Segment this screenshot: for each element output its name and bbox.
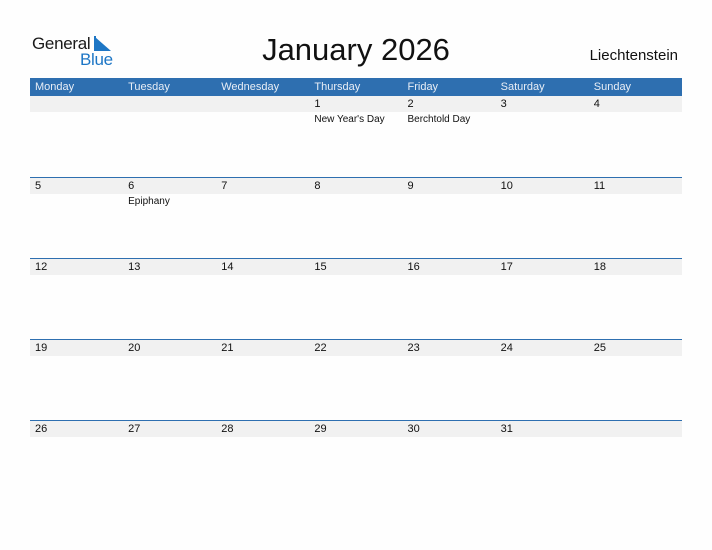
day-cell: 15 <box>309 259 402 276</box>
day-number: 30 <box>407 423 420 435</box>
day-number: 29 <box>314 423 327 435</box>
day-number: 17 <box>500 261 513 273</box>
week-cells: 19 20 21 22 23 24 25 <box>30 340 682 357</box>
day-number: 18 <box>593 261 606 273</box>
day-cell: 20 <box>123 340 216 357</box>
day-cell: 1 New Year's Day <box>309 96 402 127</box>
week-cells: 5 6 Epiphany 7 8 9 10 11 <box>30 178 682 209</box>
day-number: 12 <box>35 261 48 273</box>
day-number: 21 <box>221 342 234 354</box>
country-label: Liechtenstein <box>589 47 678 64</box>
day-number: 9 <box>407 180 414 192</box>
day-number: 10 <box>500 180 513 192</box>
day-number: 22 <box>314 342 327 354</box>
weekday-sunday: Sunday <box>593 81 632 93</box>
day-cell: 24 <box>496 340 589 357</box>
day-cell: 30 <box>403 421 496 438</box>
weekday-monday: Monday <box>35 81 75 93</box>
day-number: 20 <box>128 342 141 354</box>
day-number: 27 <box>128 423 141 435</box>
day-cell: 29 <box>309 421 402 438</box>
day-cell <box>123 96 216 127</box>
holiday-label: New Year's Day <box>314 114 385 125</box>
day-number: 5 <box>35 180 42 192</box>
day-number: 25 <box>593 342 606 354</box>
day-number: 24 <box>500 342 513 354</box>
day-cell: 28 <box>216 421 309 438</box>
day-cell <box>589 421 682 438</box>
day-cell: 25 <box>589 340 682 357</box>
holiday-label: Berchtold Day <box>407 114 471 125</box>
week-cells: 12 13 14 15 16 17 18 <box>30 259 682 276</box>
day-number: 2 <box>407 98 414 110</box>
day-number: 1 <box>314 98 321 110</box>
weekday-friday: Friday <box>407 81 439 93</box>
day-cell: 7 <box>216 178 309 209</box>
day-number: 3 <box>500 98 507 110</box>
holiday-label: Epiphany <box>128 196 170 207</box>
week-cells: 26 27 28 29 30 31 <box>30 421 682 438</box>
day-number: 26 <box>35 423 48 435</box>
day-number <box>35 96 123 112</box>
day-cell: 23 <box>403 340 496 357</box>
day-cell <box>216 96 309 127</box>
day-cell <box>30 96 123 127</box>
weekday-header: Monday Tuesday Wednesday Thursday Friday… <box>30 78 682 96</box>
weeks-container: 1 New Year's Day 2 Berchtold Day 3 4 5 6 Epiphan… <box>30 96 682 501</box>
day-cell: 26 <box>30 421 123 438</box>
day-number: 7 <box>221 180 228 192</box>
day-cell: 31 <box>496 421 589 438</box>
day-cell: 22 <box>309 340 402 357</box>
day-cell: 13 <box>123 259 216 276</box>
week-row: 12 13 14 15 16 17 18 <box>30 258 682 339</box>
day-number: 16 <box>407 261 420 273</box>
week-cells: 1 New Year's Day 2 Berchtold Day 3 4 <box>30 96 682 127</box>
weekday-saturday: Saturday <box>500 81 545 93</box>
day-number <box>594 421 682 437</box>
day-cell: 2 Berchtold Day <box>403 96 496 127</box>
day-number: 4 <box>593 98 600 110</box>
day-cell: 10 <box>496 178 589 209</box>
day-cell: 5 <box>30 178 123 209</box>
day-cell: 14 <box>216 259 309 276</box>
day-cell: 18 <box>589 259 682 276</box>
weekday-thursday: Thursday <box>314 81 361 93</box>
day-number: 11 <box>593 180 606 192</box>
week-row: 26 27 28 29 30 31 <box>30 420 682 501</box>
day-cell: 3 <box>496 96 589 127</box>
day-cell: 11 <box>589 178 682 209</box>
day-cell: 16 <box>403 259 496 276</box>
day-number <box>221 96 309 112</box>
day-number: 13 <box>128 261 141 273</box>
day-cell: 19 <box>30 340 123 357</box>
day-cell: 4 <box>589 96 682 127</box>
day-number: 8 <box>314 180 321 192</box>
day-cell: 21 <box>216 340 309 357</box>
day-cell: 17 <box>496 259 589 276</box>
day-cell: 8 <box>309 178 402 209</box>
week-row: 1 New Year's Day 2 Berchtold Day 3 4 <box>30 96 682 177</box>
day-number: 23 <box>407 342 420 354</box>
day-number: 28 <box>221 423 234 435</box>
day-cell: 27 <box>123 421 216 438</box>
day-number: 14 <box>221 261 234 273</box>
day-number: 15 <box>314 261 327 273</box>
day-number <box>128 96 216 112</box>
day-number: 31 <box>500 423 513 435</box>
day-cell: 6 Epiphany <box>123 178 216 209</box>
day-cell: 9 <box>403 178 496 209</box>
day-number: 19 <box>35 342 48 354</box>
day-cell: 12 <box>30 259 123 276</box>
week-row: 5 6 Epiphany 7 8 9 10 11 <box>30 177 682 258</box>
weekday-tuesday: Tuesday <box>128 81 170 93</box>
week-row: 19 20 21 22 23 24 25 <box>30 339 682 420</box>
weekday-wednesday: Wednesday <box>221 81 280 93</box>
day-number: 6 <box>128 180 135 192</box>
calendar-grid: Monday Tuesday Wednesday Thursday Friday… <box>30 78 682 501</box>
